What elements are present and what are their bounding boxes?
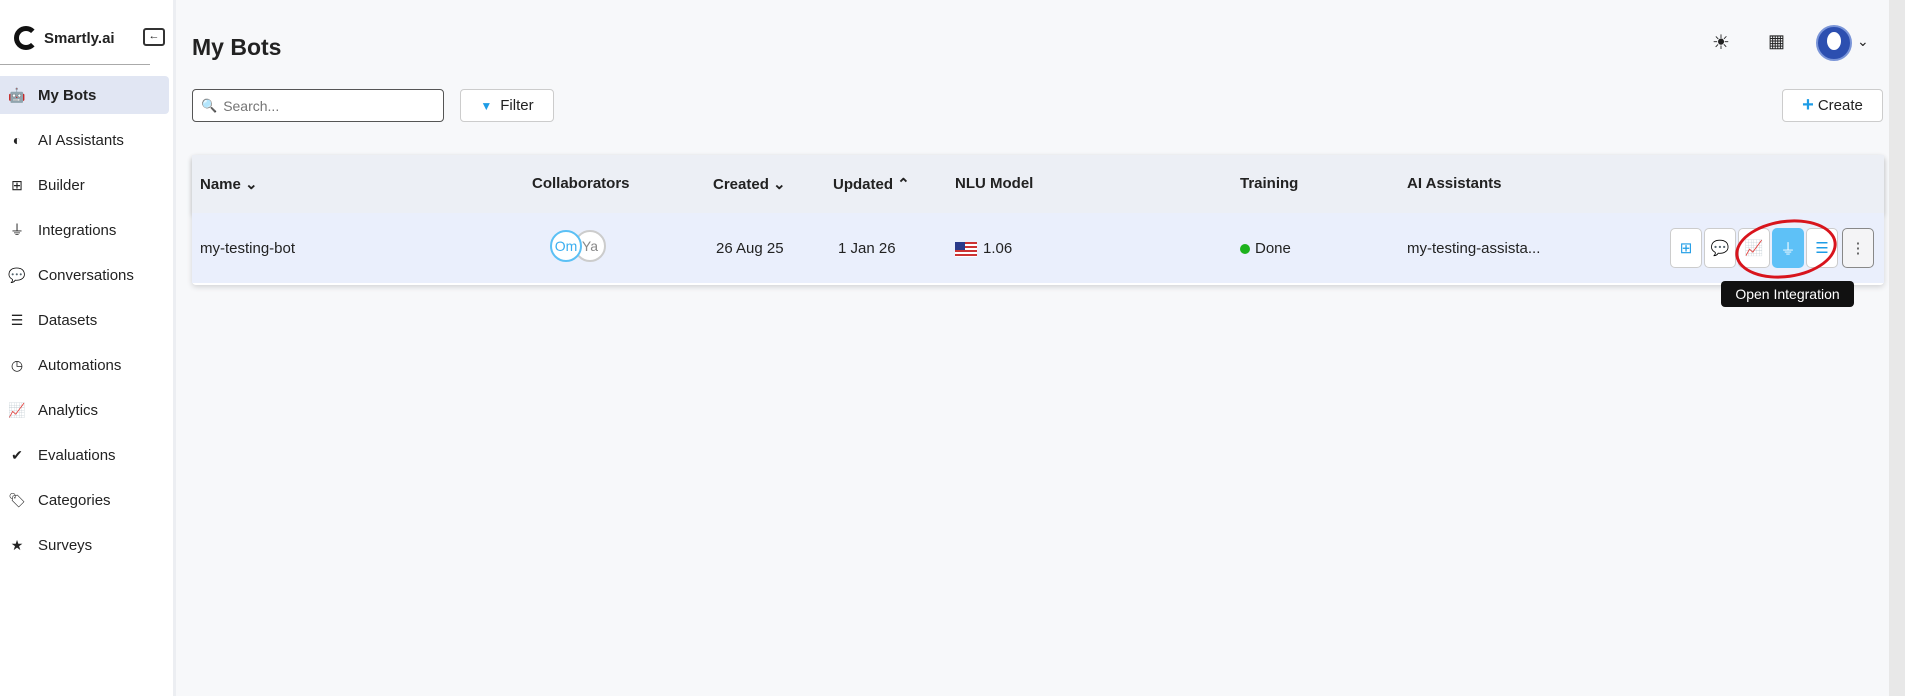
plug-icon: ⏚ [10,222,24,238]
sidebar-item-evaluations[interactable]: ✔ Evaluations [0,436,169,474]
sidebar-item-conversations[interactable]: 💬 Conversations [0,256,169,294]
comments-icon: 💬 [1710,240,1730,257]
sidebar-item-label: My Bots [38,86,97,104]
training-status: Done [1240,240,1291,257]
filter-button[interactable]: ▼ Filter [460,89,554,122]
create-label: Create [1817,97,1863,114]
scrollbar[interactable] [1889,0,1905,696]
open-conversations-button[interactable]: 💬 [1704,228,1736,268]
sidebar-item-integrations[interactable]: ⏚ Integrations [0,211,169,249]
sidebar-item-categories[interactable]: 🏷 Categories [0,481,169,519]
chart-line-icon: 📈 [8,401,26,418]
sidebar-item-surveys[interactable]: ★ Surveys [0,526,169,564]
star-icon: ★ [10,536,24,553]
sidebar-item-datasets[interactable]: ☰ Datasets [0,301,169,339]
sitemap-icon: ⊞ [11,176,23,193]
sidebar-item-label: Evaluations [38,446,116,464]
tag-icon: 🏷 [8,491,26,508]
sitemap-icon: ⊞ [1679,240,1693,257]
sidebar-item-label: Datasets [38,311,98,329]
more-vertical-icon: ⋮ [1850,240,1866,257]
sidebar-item-label: Analytics [38,401,99,419]
search-icon: 🔍 [201,97,218,113]
sidebar-item-analytics[interactable]: 📈 Analytics [0,391,169,429]
search-box[interactable]: 🔍 [192,89,444,122]
brain-icon: ◐ [12,132,22,148]
table-row[interactable]: my-testing-bot Om Ya 26 Aug 25 1 Jan 26 … [192,213,1884,283]
sidebar: Smartly.ai ← 🤖 My Bots ◐ AI Assistants ⊞ Buil… [0,0,176,696]
sidebar-item-automations[interactable]: ◷ Automations [0,346,169,384]
open-builder-button[interactable]: ⊞ [1670,228,1702,268]
status-dot-icon [1240,243,1250,254]
page-title: My Bots [192,34,282,60]
sidebar-item-my-bots[interactable]: 🤖 My Bots [0,76,169,114]
column-nlu-model: NLU Model [955,175,1034,192]
chevron-down-icon[interactable]: ⌄ [1857,33,1869,50]
column-collaborators: Collaborators [532,175,630,192]
collaborator-avatar: Om [550,230,582,262]
ai-assistant-name[interactable]: my-testing-assista... [1407,240,1540,257]
clock-icon: ◷ [10,356,24,373]
updated-date: 1 Jan 26 [838,240,896,257]
sidebar-item-label: Conversations [38,266,134,284]
sidebar-item-builder[interactable]: ⊞ Builder [0,166,169,204]
sidebar-item-label: Automations [38,356,122,374]
nlu-model-version: 1.06 [983,240,1013,257]
theme-toggle-sun-icon[interactable]: ☀ [1712,30,1730,55]
sidebar-item-label: Categories [38,491,111,509]
collapse-sidebar-icon[interactable]: ← [143,28,165,46]
column-created[interactable]: Created ⌄ [713,175,786,193]
created-date: 26 Aug 25 [716,240,784,257]
sidebar-item-label: Surveys [38,536,93,554]
table-header: Name ⌄ Collaborators Created ⌄ Updated ⌃… [192,155,1884,213]
brand-logo[interactable]: Smartly.ai [14,26,115,50]
check-circle-icon: ✔ [11,446,23,463]
bots-table: Name ⌄ Collaborators Created ⌄ Updated ⌃… [192,155,1884,285]
user-avatar[interactable] [1816,25,1852,61]
robot-icon: 🤖 [8,86,26,103]
filter-icon: ▼ [480,98,493,113]
more-options-button[interactable]: ⋮ [1842,228,1874,268]
sidebar-item-label: Builder [38,176,85,194]
brand-name: Smartly.ai [44,29,115,47]
apps-grid-icon[interactable]: ▦ [1768,31,1785,52]
create-button[interactable]: + Create [1782,89,1883,122]
sidebar-item-label: Integrations [38,221,117,239]
filter-label: Filter [500,97,534,114]
column-training: Training [1240,175,1299,192]
logo-icon [14,26,38,50]
divider [0,64,150,65]
bot-name[interactable]: my-testing-bot [200,240,295,257]
comments-icon: 💬 [8,266,26,283]
database-icon: ☰ [10,311,24,328]
sidebar-item-ai-assistants[interactable]: ◐ AI Assistants [0,121,169,159]
column-name[interactable]: Name ⌄ [200,175,258,193]
search-input[interactable] [223,97,424,114]
column-ai-assistants: AI Assistants [1407,175,1502,192]
sidebar-item-label: AI Assistants [38,131,124,149]
tooltip: Open Integration [1721,281,1854,307]
column-updated[interactable]: Updated ⌃ [833,175,910,193]
plus-icon: + [1802,94,1814,116]
us-flag-icon [955,242,977,257]
